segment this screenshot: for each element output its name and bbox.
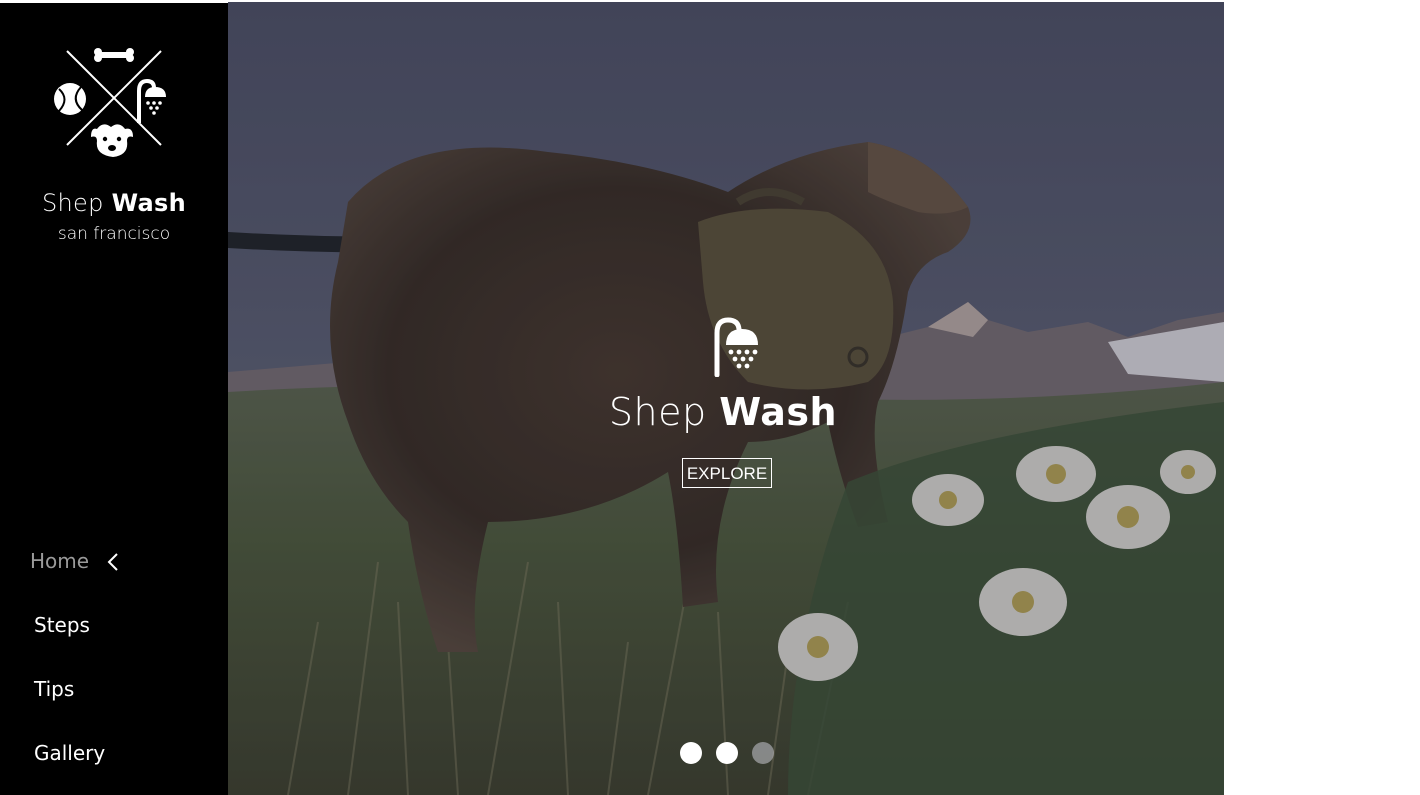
sidebar: Shep Wash san francisco Home Steps Tips … [0,3,228,795]
nav-item-label: Gallery [34,741,106,765]
brand-city: san francisco [57,224,171,244]
nav-item-label: Tips [34,677,75,701]
shower-icon [714,317,758,377]
nav-item-label: Steps [34,613,90,637]
carousel-dot-3[interactable] [752,742,774,764]
nav-item-steps[interactable]: Steps [34,613,90,637]
hero-slider: Shep Wash EXPLORE [228,2,1224,795]
page: Shep Wash san francisco Home Steps Tips … [0,0,1420,795]
chevron-left-icon [108,553,119,571]
nav-item-label: Home [30,549,90,573]
brand-name: Shep Wash [0,189,228,217]
carousel-dot-1[interactable] [680,742,702,764]
hero-title-first: Shep [608,390,707,434]
hero-title-second: Wash [719,390,838,434]
brand-name-second: Wash [111,189,186,217]
nav-item-gallery[interactable]: Gallery [34,741,105,765]
carousel-dot-2[interactable] [716,742,738,764]
explore-button[interactable]: EXPLORE [682,458,772,488]
hero-title: Shep Wash [228,390,1218,434]
nav-item-home[interactable]: Home [30,549,119,573]
logo-icon[interactable] [53,43,169,159]
nav-item-tips[interactable]: Tips [34,677,74,701]
brand-name-first: Shep [42,189,104,217]
